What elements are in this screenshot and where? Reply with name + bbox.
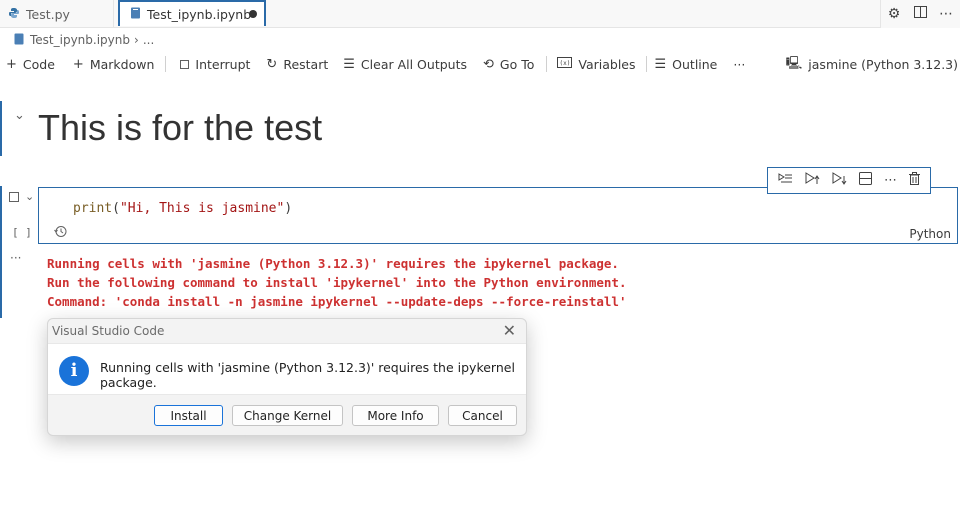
go-to-icon: ⟲ (483, 56, 494, 72)
more-toolbar-button[interactable]: ··· (733, 57, 745, 72)
outline-label: Outline (672, 56, 718, 72)
kernel-picker[interactable]: 🖳 jasmine (Python 3.12.3) (786, 52, 958, 76)
clear-all-label: Clear All Outputs (360, 56, 467, 72)
code-line[interactable]: print("Hi, This is jasmine") (73, 201, 292, 216)
unsaved-dot-icon[interactable] (249, 10, 257, 18)
execute-above-icon[interactable] (805, 172, 820, 189)
chevron-down-icon[interactable]: ⌄ (25, 190, 34, 203)
outline-button[interactable]: ☰ Outline (655, 57, 718, 72)
chevron-down-icon[interactable]: ⌄ (14, 108, 25, 123)
interrupt-button[interactable]: Interrupt (180, 57, 250, 72)
go-to-label: Go To (499, 56, 535, 72)
split-editor-icon[interactable] (907, 6, 933, 22)
restart-button[interactable]: ↻ Restart (266, 57, 328, 72)
plus-icon: + (72, 56, 84, 72)
dialog-message: Running cells with 'jasmine (Python 3.12… (100, 360, 515, 390)
clear-all-outputs-button[interactable]: ☰ Clear All Outputs (343, 57, 467, 72)
run-by-line-icon[interactable] (778, 172, 793, 189)
notebook-icon (14, 33, 24, 48)
more-cell-actions-icon[interactable]: ⋯ (884, 173, 897, 188)
output-line: Running cells with 'jasmine (Python 3.12… (47, 256, 619, 271)
more-actions-icon[interactable]: ⋯ (933, 6, 959, 22)
dialog-title: Visual Studio Code (52, 324, 165, 338)
output-line: Command: 'conda install -n jasmine ipyke… (47, 294, 627, 309)
breadcrumb-rest[interactable]: ... (143, 33, 154, 47)
tab-test-py[interactable]: Test.py (0, 0, 114, 28)
breadcrumb: Test_ipynb.ipynb › ... (0, 29, 960, 51)
go-to-button[interactable]: ⟲ Go To (483, 57, 534, 72)
info-icon: i (59, 356, 89, 386)
split-cell-icon[interactable] (859, 172, 872, 189)
code-cell-focus-bar (0, 186, 2, 318)
clear-all-icon: ☰ (343, 56, 355, 72)
chevron-right-icon: › (134, 33, 139, 47)
notebook-icon (130, 7, 141, 22)
add-markdown-button[interactable]: + Markdown (73, 57, 154, 72)
change-kernel-button[interactable]: Change Kernel (232, 405, 343, 426)
interrupt-label: Interrupt (195, 56, 251, 72)
restart-label: Restart (283, 56, 329, 72)
variables-label: Variables (578, 56, 636, 72)
install-button[interactable]: Install (154, 405, 223, 426)
add-code-button[interactable]: + Code (6, 57, 55, 72)
tab-label: Test.py (26, 6, 70, 22)
tab-bar: Test.py Test_ipynb.ipynb ⚙ ⋯ (0, 0, 960, 28)
tab-test-ipynb[interactable]: Test_ipynb.ipynb (118, 0, 266, 26)
svg-text:(x): (x) (560, 60, 571, 67)
variables-button[interactable]: (x) Variables (557, 56, 636, 72)
plus-icon: + (6, 56, 17, 72)
variables-icon: (x) (557, 56, 573, 72)
add-markdown-label: Markdown (89, 56, 155, 72)
code-paren: ( (112, 201, 120, 216)
output-line: Run the following command to install 'ip… (47, 275, 627, 290)
history-icon[interactable] (54, 225, 67, 241)
breadcrumb-file[interactable]: Test_ipynb.ipynb (30, 33, 130, 47)
editor-actions: ⚙ ⋯ (880, 0, 960, 28)
kernel-icon: 🖳 (785, 54, 803, 70)
markdown-cell-focus-bar (0, 101, 2, 156)
execution-count: [ ] (12, 226, 32, 239)
ipykernel-dialog: Visual Studio Code ✕ i Running cells wit… (47, 318, 527, 436)
toolbar-divider (546, 56, 548, 72)
cancel-button[interactable]: Cancel (448, 405, 517, 426)
python-icon (8, 7, 20, 22)
restart-icon: ↻ (266, 56, 278, 72)
output-more-icon[interactable]: ··· (10, 251, 21, 265)
cell-output: Running cells with 'jasmine (Python 3.12… (47, 254, 626, 311)
code-function: print (73, 201, 113, 216)
code-paren: ) (284, 201, 293, 216)
delete-cell-icon[interactable] (909, 172, 920, 189)
gear-icon[interactable]: ⚙ (881, 6, 907, 22)
markdown-heading[interactable]: This is for the test (38, 107, 322, 149)
tab-label: Test_ipynb.ipynb (147, 6, 252, 22)
stop-icon (180, 59, 190, 69)
code-cell-editor[interactable]: print("Hi, This is jasmine") Python (38, 187, 958, 244)
run-cell-button[interactable] (9, 192, 19, 202)
more-icon: ··· (733, 56, 746, 72)
notebook-toolbar: + Code + Markdown Interrupt ↻ Restart ☰ … (0, 52, 960, 76)
cell-toolbar: ⋯ (767, 167, 931, 194)
code-string: "Hi, This is jasmine" (119, 201, 285, 216)
cell-language[interactable]: Python (909, 227, 951, 241)
execute-below-icon[interactable] (832, 172, 847, 189)
close-icon[interactable]: ✕ (503, 321, 516, 340)
more-info-button[interactable]: More Info (352, 405, 439, 426)
toolbar-divider (645, 56, 647, 72)
dialog-body: i Running cells with 'jasmine (Python 3.… (48, 343, 526, 395)
kernel-label: jasmine (Python 3.12.3) (808, 56, 958, 72)
toolbar-divider (165, 56, 167, 72)
outline-icon: ☰ (654, 56, 667, 72)
add-code-label: Code (22, 56, 55, 72)
